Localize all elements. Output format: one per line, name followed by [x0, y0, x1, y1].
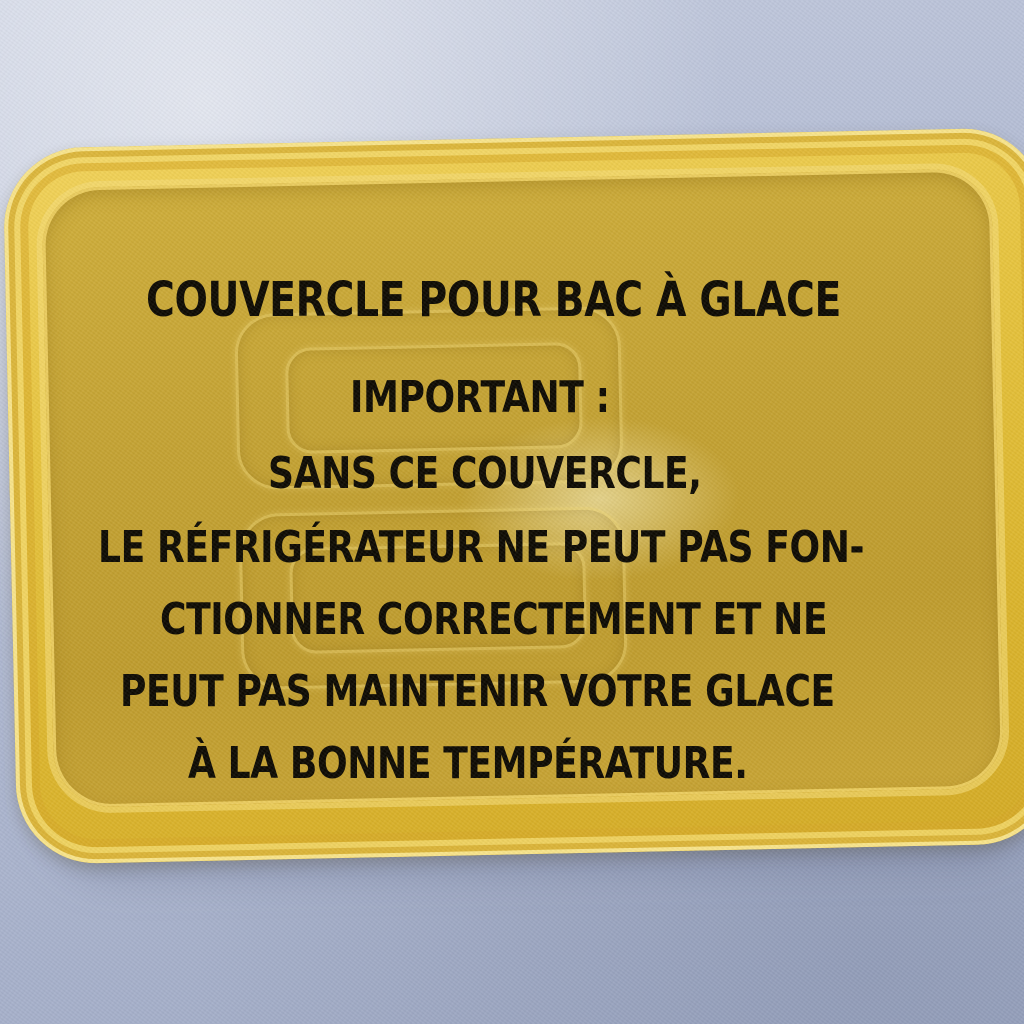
label-line-3: LE RÉFRIGÉRATEUR NE PEUT PAS FON-	[98, 522, 865, 573]
label-line-important: IMPORTANT :	[350, 372, 610, 423]
label-line-2: SANS CE COUVERCLE,	[268, 448, 702, 499]
label-line-6: À LA BONNE TEMPÉRATURE.	[188, 738, 748, 789]
label-line-5: PEUT PAS MAINTENIR VOTRE GLACE	[120, 666, 835, 717]
background-surface: COUVERCLE POUR BAC À GLACE IMPORTANT : S…	[0, 0, 1024, 1024]
label-line-4: CTIONNER CORRECTEMENT ET NE	[160, 594, 828, 645]
label-title: COUVERCLE POUR BAC À GLACE	[146, 272, 841, 328]
